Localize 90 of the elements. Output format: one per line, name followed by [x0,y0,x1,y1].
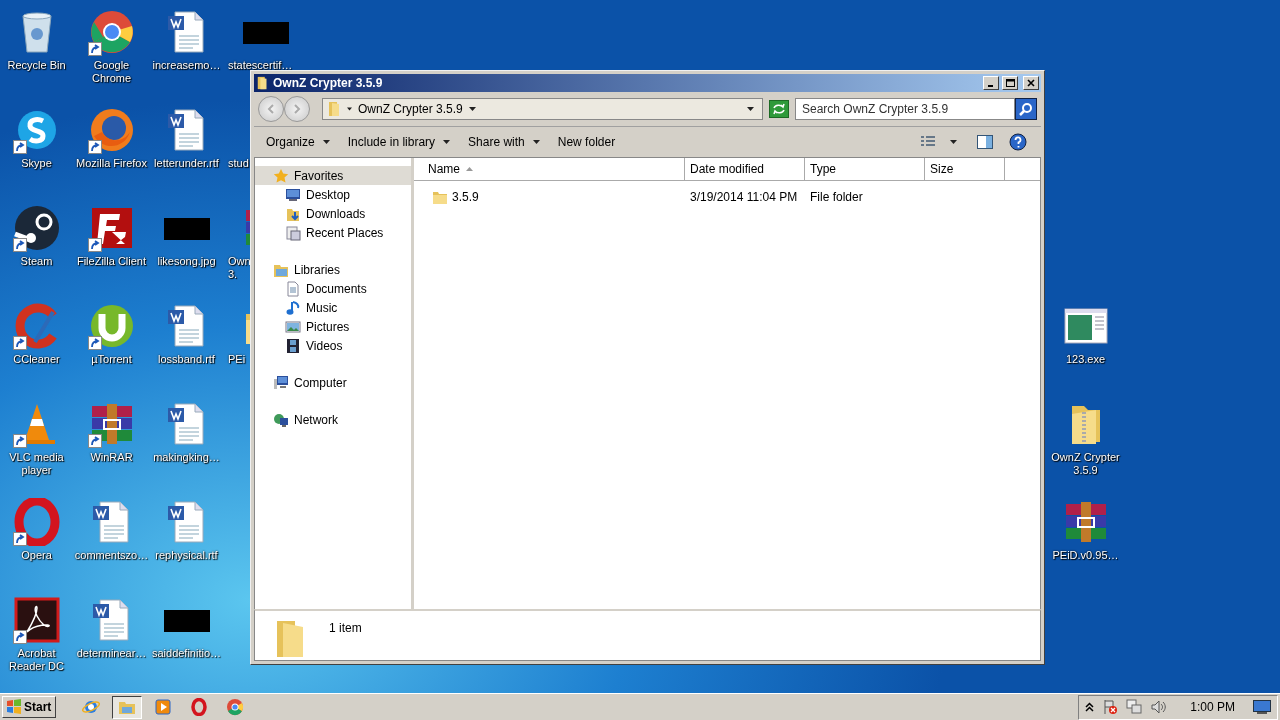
speaker-icon[interactable] [1150,699,1169,715]
circle-logo-icon [226,698,245,716]
monitor-icon [285,186,301,203]
folder-icon [256,76,270,90]
icon-label[interactable]: Google Chrome [74,59,149,85]
type-cell-text: File folder [809,190,864,204]
landscape-picture-icon [285,318,301,335]
computer-icon [273,374,289,391]
recent-places-icon [285,224,301,241]
icon-label[interactable]: OwnZ Crypter 3.5.9 [1048,451,1123,477]
refresh-icon [772,103,786,115]
icon-label[interactable]: PEiD.v0.95… [1052,549,1119,562]
icon-label[interactable]: letterunder.rtf [154,157,219,170]
network-globe-icon [273,411,289,428]
toolbar-button[interactable]: Organize [258,131,338,153]
help-icon[interactable] [1009,133,1027,151]
browser-e-icon [82,698,101,716]
toolbar-button[interactable]: Include in library [339,131,459,153]
column-header[interactable]: Type [805,158,925,180]
toolbar-button[interactable]: New folder [549,131,624,153]
flag-error-icon[interactable] [1102,699,1119,715]
minimize-button[interactable] [983,76,999,90]
icon-label[interactable]: Mozilla Firefox [76,157,147,170]
icon-label[interactable]: stud [228,157,249,170]
ring-logo-icon [12,498,61,546]
icon-label[interactable]: increasemo… [152,59,221,72]
dropdown-caret-icon [747,107,754,111]
view-caret-icon [950,140,957,144]
file-name[interactable]: 3.5.9 [452,190,479,204]
nav-item[interactable]: Libraries [255,260,411,279]
folder-icon [327,101,341,117]
icon-label[interactable]: µTorrent [91,353,132,366]
nav-item[interactable]: Downloads [255,204,411,223]
round-logo-icon [12,204,61,252]
pdf-logo-icon [12,596,61,644]
close-icon [1027,79,1035,87]
nav-item[interactable]: Documents [255,279,411,298]
address-bar[interactable]: OwnZ Crypter 3.5.9 [322,98,763,120]
column-header[interactable]: Name [414,158,685,180]
icon-label[interactable]: likesong.jpg [157,255,216,268]
taskbar-app[interactable] [112,695,143,719]
nav-item[interactable]: Music [255,298,411,317]
icon-label[interactable]: FileZilla Client [76,255,147,268]
play-button-icon [154,698,173,716]
nav-item[interactable]: Videos [255,336,411,355]
nav-item[interactable]: Desktop [255,185,411,204]
caret-icon [468,107,476,111]
music-note-icon [285,299,301,316]
chevron-up-icon[interactable] [1085,702,1095,712]
window-title: OwnZ Crypter 3.5.9 [273,76,384,90]
breadcrumb: OwnZ Crypter 3.5.9 [358,102,463,116]
date-cell-text: 3/19/2014 11:04 PM [689,190,799,204]
caret-icon [347,107,352,111]
nav-item[interactable]: Computer [255,373,411,392]
folder-icon [432,189,448,205]
nav-item[interactable]: Favorites [255,166,411,185]
search-field[interactable]: Search OwnZ Crypter 3.5.9 [795,98,1015,120]
preview-pane-icon[interactable] [977,134,993,150]
icon-label[interactable]: Steam [20,255,53,268]
search-button[interactable] [1015,98,1037,120]
icon-label[interactable]: Skype [21,157,52,170]
film-strip-icon [285,337,301,354]
show-desktop-icon[interactable] [1253,700,1271,714]
icon-label[interactable]: statescertif… [228,59,293,72]
icon-label[interactable]: CCleaner [13,353,60,366]
ring-logo-icon [190,698,209,716]
close-button[interactable] [1023,76,1039,90]
nav-item[interactable]: Recent Places [255,223,411,242]
document-icon [285,280,301,297]
start-button[interactable]: Start [2,696,57,718]
maximize-button[interactable] [1002,76,1018,90]
star-icon [273,167,289,184]
windows-logo-icon [6,699,22,715]
nav-item[interactable]: Pictures [255,317,411,336]
icon-label[interactable]: Own 3. [228,255,251,281]
icon-label[interactable]: PEi [228,353,246,366]
column-header[interactable]: Size [925,158,1005,180]
icon-label[interactable]: Recycle Bin [7,59,66,72]
search-icon [1019,102,1033,116]
refresh-button[interactable] [769,100,789,118]
icon-label[interactable]: 123.exe [1065,353,1106,366]
item-count: 1 item [329,621,362,635]
maximize-icon [1005,79,1015,87]
column-header[interactable]: Date modified [685,158,805,180]
icon-label[interactable]: lossband.rtf [158,353,215,366]
network-icon[interactable] [1126,699,1143,715]
nav-item[interactable]: Network [255,410,411,429]
view-options-icon[interactable] [920,135,936,149]
clock[interactable]: 1:00 PM [1190,700,1235,714]
toolbar-button[interactable]: Share with [460,131,548,153]
